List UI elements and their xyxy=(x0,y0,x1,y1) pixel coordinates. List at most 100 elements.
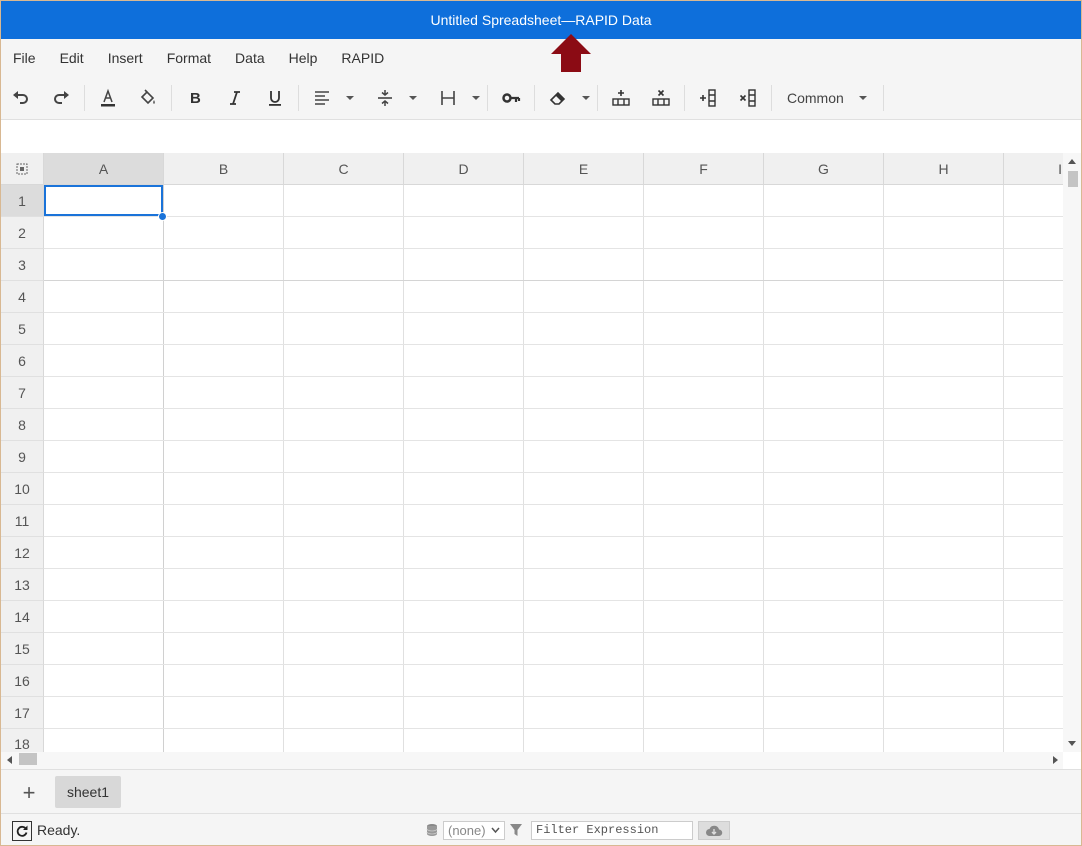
row-header-9[interactable]: 9 xyxy=(1,441,44,473)
toolbar-separator xyxy=(84,85,85,111)
underline-button[interactable] xyxy=(255,82,295,114)
row-header-15[interactable]: 15 xyxy=(1,633,44,665)
row-header-13[interactable]: 13 xyxy=(1,569,44,601)
italic-icon xyxy=(230,91,240,105)
add-sheet-button[interactable]: + xyxy=(13,780,45,806)
row-header-11[interactable]: 11 xyxy=(1,505,44,537)
refresh-button[interactable] xyxy=(12,821,32,841)
row-header-1[interactable]: 1 xyxy=(1,185,44,217)
key-icon xyxy=(502,93,521,103)
eraser-icon xyxy=(549,91,566,105)
filter-expression-input[interactable]: Filter Expression xyxy=(531,821,693,840)
scroll-right-icon[interactable] xyxy=(1051,755,1059,765)
horizontal-scroll-thumb[interactable] xyxy=(19,753,37,765)
row-header-14[interactable]: 14 xyxy=(1,601,44,633)
text-color-icon xyxy=(101,88,115,107)
insert-column-button[interactable] xyxy=(688,82,728,114)
row-header-8[interactable]: 8 xyxy=(1,409,44,441)
align-dropdown[interactable] xyxy=(302,82,358,114)
chevron-down-icon[interactable] xyxy=(342,82,358,114)
horizontal-scrollbar[interactable] xyxy=(1,752,1063,769)
row-header-6[interactable]: 6 xyxy=(1,345,44,377)
row-header-18[interactable]: 18 xyxy=(1,729,44,753)
spreadsheet-grid: A B C D E F G H I 1 2 3 4 5 6 7 8 9 10 1… xyxy=(1,153,1081,769)
scroll-down-icon[interactable] xyxy=(1067,739,1077,747)
column-header-e[interactable]: E xyxy=(524,153,644,184)
toolbar-separator xyxy=(487,85,488,111)
chevron-down-icon[interactable] xyxy=(405,82,421,114)
menu-insert[interactable]: Insert xyxy=(96,39,155,77)
column-header-f[interactable]: F xyxy=(644,153,764,184)
redo-button[interactable] xyxy=(41,82,81,114)
delete-column-button[interactable] xyxy=(728,82,768,114)
text-wrap-dropdown[interactable] xyxy=(428,82,484,114)
clear-dropdown[interactable] xyxy=(538,82,594,114)
row-header-3[interactable]: 3 xyxy=(1,249,44,281)
select-all-icon[interactable] xyxy=(1,153,44,184)
row-header-7[interactable]: 7 xyxy=(1,377,44,409)
column-header-i[interactable]: I xyxy=(1004,153,1062,184)
menu-edit[interactable]: Edit xyxy=(48,39,96,77)
column-header-row: A B C D E F G H I xyxy=(1,153,1063,185)
refresh-icon xyxy=(16,825,28,837)
insert-row-button[interactable] xyxy=(601,82,641,114)
row-header-5[interactable]: 5 xyxy=(1,313,44,345)
column-header-a[interactable]: A xyxy=(44,153,164,184)
vertical-scroll-thumb[interactable] xyxy=(1068,171,1078,187)
formula-bar[interactable] xyxy=(1,119,1081,154)
datasource-select[interactable]: (none) xyxy=(443,821,505,840)
column-header-g[interactable]: G xyxy=(764,153,884,184)
chevron-down-icon[interactable] xyxy=(468,82,484,114)
cloud-download-icon xyxy=(706,825,723,836)
menu-help[interactable]: Help xyxy=(277,39,330,77)
row-header-17[interactable]: 17 xyxy=(1,697,44,729)
svg-text:B: B xyxy=(190,90,201,107)
filter-icon xyxy=(510,824,522,836)
toolbar-separator xyxy=(361,85,362,111)
grid-column-line xyxy=(163,185,164,752)
row-header-10[interactable]: 10 xyxy=(1,473,44,505)
fill-handle[interactable] xyxy=(158,212,167,221)
fill-color-button[interactable] xyxy=(128,82,168,114)
row-header-4[interactable]: 4 xyxy=(1,281,44,313)
column-header-c[interactable]: C xyxy=(284,153,404,184)
valign-button[interactable] xyxy=(365,82,405,114)
grid-column-line xyxy=(883,185,884,752)
row-header-2[interactable]: 2 xyxy=(1,217,44,249)
valign-dropdown[interactable] xyxy=(365,82,421,114)
grid-row-line xyxy=(44,440,1063,441)
selected-cell-a1[interactable] xyxy=(44,185,163,216)
sheet-tab-bar: + sheet1 xyxy=(1,769,1081,814)
scroll-left-icon[interactable] xyxy=(6,755,14,765)
undo-button[interactable] xyxy=(1,82,41,114)
sheet-tab[interactable]: sheet1 xyxy=(55,776,121,808)
menu-file[interactable]: File xyxy=(1,39,48,77)
menu-format[interactable]: Format xyxy=(155,39,223,77)
chevron-down-icon[interactable] xyxy=(578,82,594,114)
row-header-12[interactable]: 12 xyxy=(1,537,44,569)
menu-rapid[interactable]: RAPID xyxy=(329,39,396,77)
grid-row-line xyxy=(44,472,1063,473)
toolbar-separator xyxy=(597,85,598,111)
cloud-download-button[interactable] xyxy=(698,821,730,840)
grid-column-line xyxy=(283,185,284,752)
scroll-up-icon[interactable] xyxy=(1067,158,1077,166)
column-header-d[interactable]: D xyxy=(404,153,524,184)
grid-row-line xyxy=(44,248,1063,249)
column-header-b[interactable]: B xyxy=(164,153,284,184)
grid-row-line xyxy=(44,696,1063,697)
italic-button[interactable] xyxy=(215,82,255,114)
app-window: Untitled Spreadsheet—RAPID Data File Edi… xyxy=(0,0,1082,846)
bold-button[interactable]: B xyxy=(175,82,215,114)
column-header-h[interactable]: H xyxy=(884,153,1004,184)
row-header-16[interactable]: 16 xyxy=(1,665,44,697)
vertical-scrollbar[interactable] xyxy=(1063,153,1081,752)
clear-button[interactable] xyxy=(538,82,578,114)
delete-row-button[interactable] xyxy=(641,82,681,114)
text-color-button[interactable] xyxy=(88,82,128,114)
font-family-select[interactable]: Common xyxy=(775,82,880,114)
menu-data[interactable]: Data xyxy=(223,39,277,77)
key-button[interactable] xyxy=(491,82,531,114)
align-button[interactable] xyxy=(302,82,342,114)
text-wrap-button[interactable] xyxy=(428,82,468,114)
